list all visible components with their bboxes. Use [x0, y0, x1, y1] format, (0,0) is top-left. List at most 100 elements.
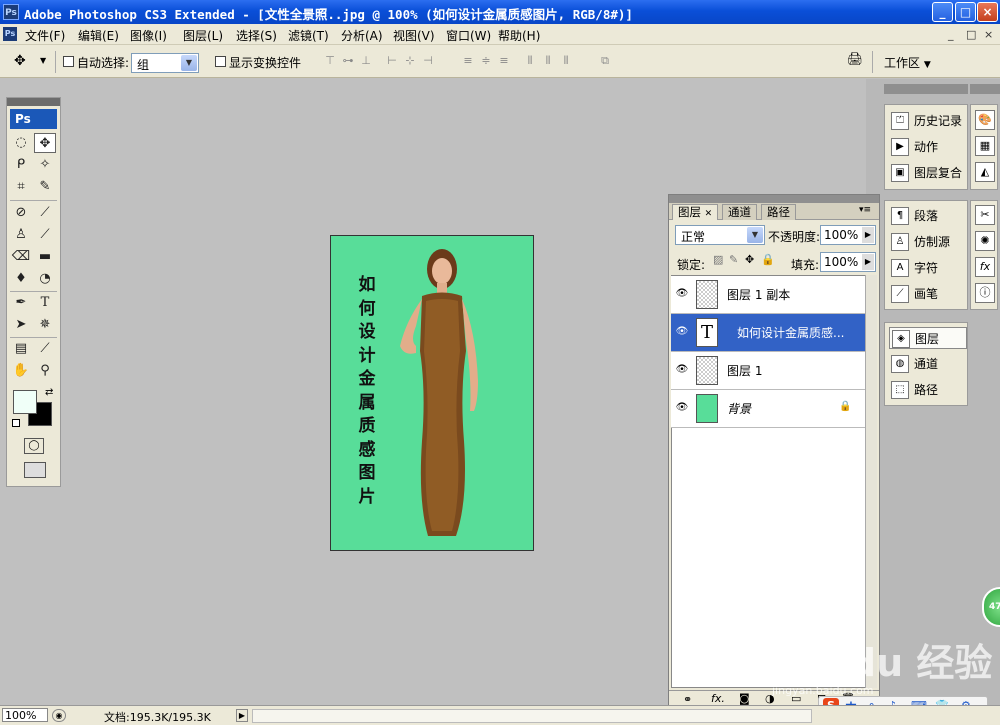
- blur-icon[interactable]: ♦: [10, 269, 32, 289]
- crop-icon[interactable]: ⌗: [10, 177, 32, 197]
- shape-icon[interactable]: ✵: [34, 315, 56, 335]
- chevron-right-icon[interactable]: ▶: [862, 227, 874, 243]
- close-icon[interactable]: ✕: [705, 209, 713, 219]
- auto-select-checkbox[interactable]: [63, 56, 74, 67]
- gradient-icon[interactable]: ▬: [34, 247, 56, 267]
- dock-header[interactable]: [970, 84, 1000, 94]
- distribute-left-icon[interactable]: ⦀: [522, 54, 538, 68]
- lasso-icon[interactable]: ᑭ: [10, 155, 32, 175]
- foreground-color-swatch[interactable]: [13, 390, 37, 414]
- notes-icon[interactable]: ▤: [10, 339, 32, 359]
- palette-icon[interactable]: 🎨: [975, 110, 995, 130]
- distribute-top-icon[interactable]: ≡: [460, 54, 476, 68]
- dock-item-clone-source[interactable]: ♙ 仿制源: [889, 231, 967, 253]
- brush-icon[interactable]: ⟋: [34, 203, 56, 223]
- align-right-icon[interactable]: ⊣: [420, 54, 436, 68]
- history-brush-icon[interactable]: ⟋: [34, 225, 56, 245]
- align-vcenter-icon[interactable]: ⊶: [340, 54, 356, 68]
- dock-item-layers[interactable]: ◈ 图层: [889, 327, 967, 349]
- menu-filter[interactable]: 滤镜(T): [288, 27, 329, 44]
- menu-image[interactable]: 图像(I): [130, 27, 167, 44]
- move-tool-preset-icon[interactable]: ✥: [14, 53, 26, 69]
- dock-header[interactable]: [884, 84, 968, 94]
- panel-header[interactable]: [669, 195, 879, 203]
- dock-item-paths[interactable]: ⬚ 路径: [889, 379, 967, 401]
- show-transform-checkbox[interactable]: [215, 56, 226, 67]
- layer-row[interactable]: 👁 图层 1: [671, 352, 865, 390]
- pen-icon[interactable]: ✒: [10, 293, 32, 313]
- eye-icon[interactable]: 👁: [675, 325, 689, 339]
- toolbox-logo[interactable]: Ps: [10, 109, 57, 129]
- distribute-bottom-icon[interactable]: ≡: [496, 54, 512, 68]
- move-icon[interactable]: ✥: [34, 133, 56, 153]
- fill-input[interactable]: 100% ▶: [820, 252, 876, 272]
- minimize-button[interactable]: _: [932, 2, 953, 22]
- chevron-down-icon[interactable]: ▼: [40, 56, 46, 65]
- eye-icon[interactable]: 👁: [675, 401, 689, 415]
- menu-file[interactable]: 文件(F): [25, 27, 65, 44]
- opacity-input[interactable]: 100% ▶: [820, 225, 876, 245]
- layer-row-selected[interactable]: 👁 T 如何设计金属质感...: [671, 314, 865, 352]
- zoom-icon[interactable]: ⚲: [34, 361, 56, 381]
- swap-colors-icon[interactable]: ⇄: [45, 387, 53, 398]
- auto-select-dropdown[interactable]: 组 ▼: [131, 53, 199, 73]
- tab-channels[interactable]: 通道: [722, 204, 757, 220]
- menu-layer[interactable]: 图层(L): [183, 27, 223, 44]
- doc-minimize-button[interactable]: _: [948, 28, 954, 41]
- lock-image-icon[interactable]: ✎: [729, 253, 738, 266]
- eye-icon[interactable]: 👁: [675, 287, 689, 301]
- horizontal-scrollbar[interactable]: [252, 709, 812, 723]
- menu-view[interactable]: 视图(V): [393, 27, 435, 44]
- magic-wand-icon[interactable]: ✧: [34, 155, 56, 175]
- distribute-right-icon[interactable]: ⦀: [558, 54, 574, 68]
- hand-icon[interactable]: ✋: [10, 361, 32, 381]
- dock-item-paragraph[interactable]: ¶ 段落: [889, 205, 967, 227]
- fx-icon[interactable]: fx: [975, 257, 995, 277]
- screen-mode-icon[interactable]: [24, 462, 46, 478]
- align-left-icon[interactable]: ⊢: [384, 54, 400, 68]
- default-colors-icon[interactable]: [12, 419, 20, 427]
- fx-icon[interactable]: fx.: [711, 692, 725, 705]
- doc-close-button[interactable]: ×: [984, 28, 993, 41]
- chevron-right-icon[interactable]: ▶: [862, 254, 874, 270]
- dodge-icon[interactable]: ◔: [34, 269, 56, 289]
- eyedropper-icon[interactable]: ⟋: [34, 339, 56, 359]
- maximize-button[interactable]: □: [955, 2, 976, 22]
- dock-item-channels[interactable]: ◍ 通道: [889, 353, 967, 375]
- panel-menu-icon[interactable]: ▾≡: [859, 205, 871, 215]
- tab-layers[interactable]: 图层 ✕: [672, 204, 719, 220]
- tab-paths[interactable]: 路径: [761, 204, 796, 220]
- auto-align-icon[interactable]: ⧉: [597, 54, 613, 68]
- menu-edit[interactable]: 编辑(E): [78, 27, 119, 44]
- chevron-right-icon[interactable]: ▶: [236, 709, 248, 722]
- dock-item-history[interactable]: ⏍ 历史记录: [889, 110, 967, 132]
- menu-window[interactable]: 窗口(W): [446, 27, 491, 44]
- zoom-field[interactable]: 100%: [2, 708, 48, 722]
- styles-icon[interactable]: ✺: [975, 231, 995, 251]
- menu-analysis[interactable]: 分析(A): [341, 27, 383, 44]
- dock-item-character[interactable]: A 字符: [889, 257, 967, 279]
- quick-mask-icon[interactable]: ◯: [24, 438, 44, 454]
- add-mask-icon[interactable]: ◙: [739, 692, 750, 705]
- lock-all-icon[interactable]: 🔒: [761, 253, 775, 266]
- distribute-vcenter-icon[interactable]: ≑: [478, 54, 494, 68]
- spot-healing-icon[interactable]: ⊘: [10, 203, 32, 223]
- dock-item-layer-comps[interactable]: ▣ 图层复合: [889, 162, 967, 184]
- layer-row[interactable]: 👁 背景 🔒: [671, 390, 865, 428]
- align-top-icon[interactable]: ⊤: [322, 54, 338, 68]
- marquee-icon[interactable]: ◌: [10, 133, 32, 153]
- dock-item-actions[interactable]: ▶ 动作: [889, 136, 967, 158]
- blend-mode-dropdown[interactable]: 正常 ▼: [675, 225, 765, 245]
- tool-presets-icon[interactable]: ✂: [975, 205, 995, 225]
- bridge-icon[interactable]: 🖨: [845, 52, 865, 70]
- clone-stamp-icon[interactable]: ♙: [10, 225, 32, 245]
- close-button[interactable]: ×: [977, 2, 998, 22]
- align-bottom-icon[interactable]: ⊥: [358, 54, 374, 68]
- toolbox-header[interactable]: [7, 98, 60, 106]
- document-canvas[interactable]: 如 何 设 计 金 属 质 感 图 片: [330, 235, 534, 551]
- layer-row[interactable]: 👁 图层 1 副本: [671, 276, 865, 314]
- distribute-hcenter-icon[interactable]: ⦀: [540, 54, 556, 68]
- path-selection-icon[interactable]: ➤: [10, 315, 32, 335]
- eye-icon[interactable]: 👁: [675, 363, 689, 377]
- eraser-icon[interactable]: ⌫: [10, 247, 32, 267]
